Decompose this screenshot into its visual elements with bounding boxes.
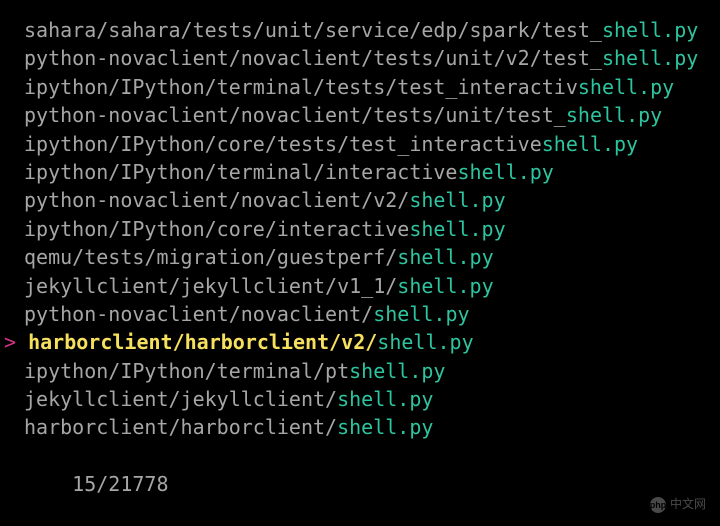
- watermark-text: 中文网: [670, 496, 706, 513]
- result-path-prefix: python-novaclient/novaclient/: [24, 302, 373, 326]
- result-match-highlight: shell.py: [397, 245, 493, 269]
- result-match-highlight: shell.py: [566, 103, 662, 127]
- result-row[interactable]: ipython/IPython/terminal/interactiveshel…: [4, 158, 716, 186]
- result-match-highlight: shell.py: [377, 330, 473, 354]
- result-match-highlight: shell.py: [602, 18, 698, 42]
- result-match-highlight: shell.py: [349, 359, 445, 383]
- result-match-highlight: shell.py: [578, 75, 674, 99]
- result-path-prefix: ipython/IPython/terminal/tests/test_inte…: [24, 75, 578, 99]
- result-path-prefix: python-novaclient/novaclient/tests/unit/…: [24, 46, 602, 70]
- selection-marker-icon: >: [4, 330, 28, 354]
- result-path-prefix: jekyllclient/jekyllclient/: [24, 387, 337, 411]
- result-match-highlight: shell.py: [542, 132, 638, 156]
- result-row[interactable]: python-novaclient/novaclient/tests/unit/…: [4, 101, 716, 129]
- result-match-highlight: shell.py: [337, 415, 433, 439]
- result-path-prefix: ipython/IPython/core/tests/test_interact…: [24, 132, 542, 156]
- terminal-window: sahara/sahara/tests/unit/service/edp/spa…: [0, 0, 720, 526]
- result-row[interactable]: ipython/IPython/core/tests/test_interact…: [4, 130, 716, 158]
- counter-text: 15/21778: [72, 472, 168, 496]
- watermark: php 中文网: [650, 496, 706, 513]
- result-match-highlight: shell.py: [397, 274, 493, 298]
- result-row[interactable]: jekyllclient/jekyllclient/shell.py: [4, 385, 716, 413]
- result-path-prefix: jekyllclient/jekyllclient/v1_1/: [24, 274, 397, 298]
- result-path-prefix: sahara/sahara/tests/unit/service/edp/spa…: [24, 18, 602, 42]
- result-row[interactable]: python-novaclient/novaclient/v2/shell.py: [4, 186, 716, 214]
- result-row[interactable]: ipython/IPython/terminal/tests/test_inte…: [4, 73, 716, 101]
- result-path-prefix: python-novaclient/novaclient/v2/: [24, 188, 409, 212]
- result-match-highlight: shell.py: [409, 217, 505, 241]
- result-row-selected[interactable]: > harborclient/harborclient/v2/shell.py: [4, 328, 716, 356]
- result-match-highlight: shell.py: [409, 188, 505, 212]
- result-path-prefix: ipython/IPython/terminal/pt: [24, 359, 349, 383]
- result-path-prefix: qemu/tests/migration/guestperf/: [24, 245, 397, 269]
- result-row[interactable]: sahara/sahara/tests/unit/service/edp/spa…: [4, 16, 716, 44]
- result-row[interactable]: ipython/IPython/terminal/ptshell.py: [4, 357, 716, 385]
- php-logo-icon: php: [650, 497, 666, 513]
- result-path-prefix: python-novaclient/novaclient/tests/unit/…: [24, 103, 566, 127]
- result-row[interactable]: python-novaclient/novaclient/shell.py: [4, 300, 716, 328]
- result-row[interactable]: harborclient/harborclient/shell.py: [4, 413, 716, 441]
- result-row[interactable]: ipython/IPython/core/interactiveshell.py: [4, 215, 716, 243]
- result-match-highlight: shell.py: [602, 46, 698, 70]
- result-path-prefix: ipython/IPython/terminal/interactive: [24, 160, 457, 184]
- result-row[interactable]: jekyllclient/jekyllclient/v1_1/shell.py: [4, 272, 716, 300]
- result-match-highlight: shell.py: [373, 302, 469, 326]
- result-path-prefix: harborclient/harborclient/v2/: [28, 330, 377, 354]
- result-row[interactable]: python-novaclient/novaclient/tests/unit/…: [4, 44, 716, 72]
- result-row[interactable]: qemu/tests/migration/guestperf/shell.py: [4, 243, 716, 271]
- result-match-highlight: shell.py: [457, 160, 553, 184]
- result-path-prefix: harborclient/harborclient/: [24, 415, 337, 439]
- result-path-prefix: ipython/IPython/core/interactive: [24, 217, 409, 241]
- result-counter: 15/21778: [4, 442, 716, 526]
- fzf-results-list[interactable]: sahara/sahara/tests/unit/service/edp/spa…: [4, 16, 716, 442]
- result-match-highlight: shell.py: [337, 387, 433, 411]
